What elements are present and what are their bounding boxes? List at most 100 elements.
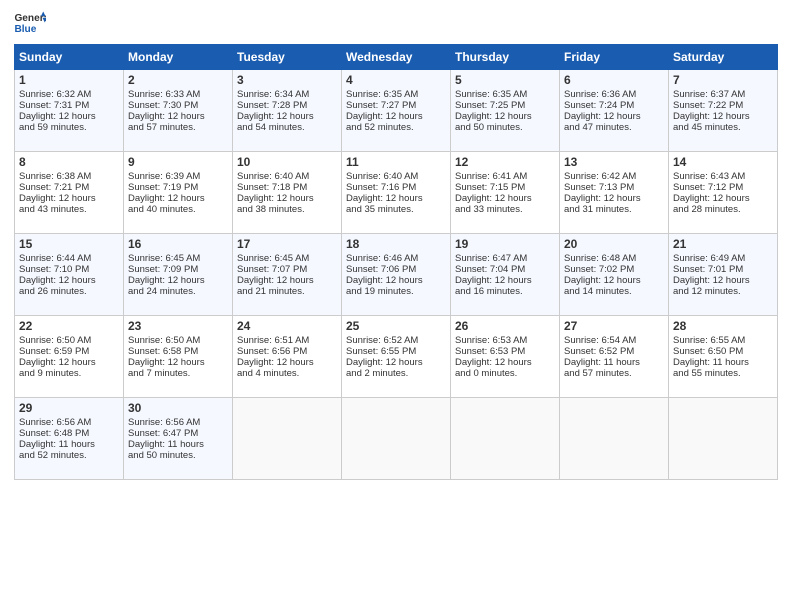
cell-text: Sunset: 6:52 PM xyxy=(564,346,664,357)
calendar-cell: 16Sunrise: 6:45 AMSunset: 7:09 PMDayligh… xyxy=(124,234,233,316)
calendar-cell: 8Sunrise: 6:38 AMSunset: 7:21 PMDaylight… xyxy=(15,152,124,234)
cell-text: Daylight: 12 hours xyxy=(346,275,446,286)
calendar-cell: 5Sunrise: 6:35 AMSunset: 7:25 PMDaylight… xyxy=(451,70,560,152)
cell-text: Sunset: 6:50 PM xyxy=(673,346,773,357)
cell-text: Daylight: 12 hours xyxy=(237,357,337,368)
day-number: 16 xyxy=(128,237,228,251)
calendar-cell: 12Sunrise: 6:41 AMSunset: 7:15 PMDayligh… xyxy=(451,152,560,234)
cell-text: and 24 minutes. xyxy=(128,286,228,297)
cell-text: Sunrise: 6:50 AM xyxy=(19,335,119,346)
cell-text: Sunrise: 6:56 AM xyxy=(128,417,228,428)
cell-text: Sunrise: 6:49 AM xyxy=(673,253,773,264)
calendar-cell xyxy=(233,398,342,480)
cell-text: and 52 minutes. xyxy=(346,122,446,133)
calendar-cell: 23Sunrise: 6:50 AMSunset: 6:58 PMDayligh… xyxy=(124,316,233,398)
day-number: 10 xyxy=(237,155,337,169)
cell-text: Sunrise: 6:36 AM xyxy=(564,89,664,100)
cell-text: Sunrise: 6:42 AM xyxy=(564,171,664,182)
cell-text: and 50 minutes. xyxy=(128,450,228,461)
cell-text: and 57 minutes. xyxy=(128,122,228,133)
calendar-cell: 3Sunrise: 6:34 AMSunset: 7:28 PMDaylight… xyxy=(233,70,342,152)
cell-text: and 4 minutes. xyxy=(237,368,337,379)
cell-text: and 0 minutes. xyxy=(455,368,555,379)
calendar-cell: 24Sunrise: 6:51 AMSunset: 6:56 PMDayligh… xyxy=(233,316,342,398)
cell-text: Daylight: 12 hours xyxy=(673,193,773,204)
calendar-cell: 27Sunrise: 6:54 AMSunset: 6:52 PMDayligh… xyxy=(560,316,669,398)
cell-text: Sunset: 7:30 PM xyxy=(128,100,228,111)
calendar-cell: 4Sunrise: 6:35 AMSunset: 7:27 PMDaylight… xyxy=(342,70,451,152)
day-number: 7 xyxy=(673,73,773,87)
cell-text: Daylight: 12 hours xyxy=(455,275,555,286)
day-number: 17 xyxy=(237,237,337,251)
day-number: 28 xyxy=(673,319,773,333)
col-header-monday: Monday xyxy=(124,45,233,70)
cell-text: Daylight: 12 hours xyxy=(237,111,337,122)
cell-text: Sunset: 6:48 PM xyxy=(19,428,119,439)
cell-text: Daylight: 12 hours xyxy=(128,111,228,122)
header: General Blue xyxy=(14,10,778,38)
cell-text: and 47 minutes. xyxy=(564,122,664,133)
cell-text: and 19 minutes. xyxy=(346,286,446,297)
calendar-cell: 20Sunrise: 6:48 AMSunset: 7:02 PMDayligh… xyxy=(560,234,669,316)
calendar-cell: 18 Sunrise: 6:46 AMSunset: 7:06 PMDayligh… xyxy=(342,234,451,316)
calendar-cell: 7Sunrise: 6:37 AMSunset: 7:22 PMDaylight… xyxy=(669,70,778,152)
cell-text: Sunrise: 6:39 AM xyxy=(128,171,228,182)
cell-text: and 16 minutes. xyxy=(455,286,555,297)
cell-text: Daylight: 12 hours xyxy=(346,111,446,122)
cell-text: Daylight: 12 hours xyxy=(564,275,664,286)
calendar-cell: 25Sunrise: 6:52 AMSunset: 6:55 PMDayligh… xyxy=(342,316,451,398)
cell-text: Sunset: 6:58 PM xyxy=(128,346,228,357)
cell-text: and 55 minutes. xyxy=(673,368,773,379)
cell-text: Sunrise: 6:41 AM xyxy=(455,171,555,182)
cell-text: and 31 minutes. xyxy=(564,204,664,215)
col-header-friday: Friday xyxy=(560,45,669,70)
cell-text: and 26 minutes. xyxy=(19,286,119,297)
calendar-cell: 10Sunrise: 6:40 AMSunset: 7:18 PMDayligh… xyxy=(233,152,342,234)
day-number: 18 xyxy=(346,237,446,251)
day-number: 21 xyxy=(673,237,773,251)
cell-text: Daylight: 12 hours xyxy=(455,193,555,204)
day-number: 29 xyxy=(19,401,119,415)
cell-text: and 38 minutes. xyxy=(237,204,337,215)
cell-text: Sunset: 6:55 PM xyxy=(346,346,446,357)
cell-text: Daylight: 11 hours xyxy=(128,439,228,450)
cell-text: Sunrise: 6:45 AM xyxy=(128,253,228,264)
calendar-cell: 29Sunrise: 6:56 AMSunset: 6:48 PMDayligh… xyxy=(15,398,124,480)
cell-text: Sunset: 7:21 PM xyxy=(19,182,119,193)
calendar-cell: 17Sunrise: 6:45 AMSunset: 7:07 PMDayligh… xyxy=(233,234,342,316)
cell-text: Daylight: 12 hours xyxy=(128,193,228,204)
cell-text: Sunrise: 6:56 AM xyxy=(19,417,119,428)
cell-text: and 40 minutes. xyxy=(128,204,228,215)
cell-text: and 2 minutes. xyxy=(346,368,446,379)
cell-text: Sunset: 7:16 PM xyxy=(346,182,446,193)
cell-text: Sunrise: 6:47 AM xyxy=(455,253,555,264)
day-number: 26 xyxy=(455,319,555,333)
calendar-cell: 19Sunrise: 6:47 AMSunset: 7:04 PMDayligh… xyxy=(451,234,560,316)
cell-text: and 35 minutes. xyxy=(346,204,446,215)
cell-text: and 50 minutes. xyxy=(455,122,555,133)
cell-text: and 12 minutes. xyxy=(673,286,773,297)
day-number: 4 xyxy=(346,73,446,87)
col-header-thursday: Thursday xyxy=(451,45,560,70)
cell-text: Sunrise: 6:53 AM xyxy=(455,335,555,346)
cell-text: Sunrise: 6:37 AM xyxy=(673,89,773,100)
cell-text: Daylight: 12 hours xyxy=(128,275,228,286)
cell-text: Sunset: 7:27 PM xyxy=(346,100,446,111)
cell-text: and 33 minutes. xyxy=(455,204,555,215)
day-number: 14 xyxy=(673,155,773,169)
calendar-cell xyxy=(669,398,778,480)
day-number: 15 xyxy=(19,237,119,251)
day-number: 27 xyxy=(564,319,664,333)
calendar-header-row: SundayMondayTuesdayWednesdayThursdayFrid… xyxy=(15,45,778,70)
cell-text: Sunset: 7:15 PM xyxy=(455,182,555,193)
calendar-cell: 9Sunrise: 6:39 AMSunset: 7:19 PMDaylight… xyxy=(124,152,233,234)
cell-text: Sunrise: 6:32 AM xyxy=(19,89,119,100)
cell-text: Sunset: 7:24 PM xyxy=(564,100,664,111)
cell-text: Sunset: 7:19 PM xyxy=(128,182,228,193)
cell-text: Sunrise: 6:46 AM xyxy=(346,253,446,264)
cell-text: Sunrise: 6:43 AM xyxy=(673,171,773,182)
calendar-cell: 1Sunrise: 6:32 AMSunset: 7:31 PMDaylight… xyxy=(15,70,124,152)
cell-text: Sunset: 7:06 PM xyxy=(346,264,446,275)
cell-text: Sunset: 7:01 PM xyxy=(673,264,773,275)
day-number: 6 xyxy=(564,73,664,87)
